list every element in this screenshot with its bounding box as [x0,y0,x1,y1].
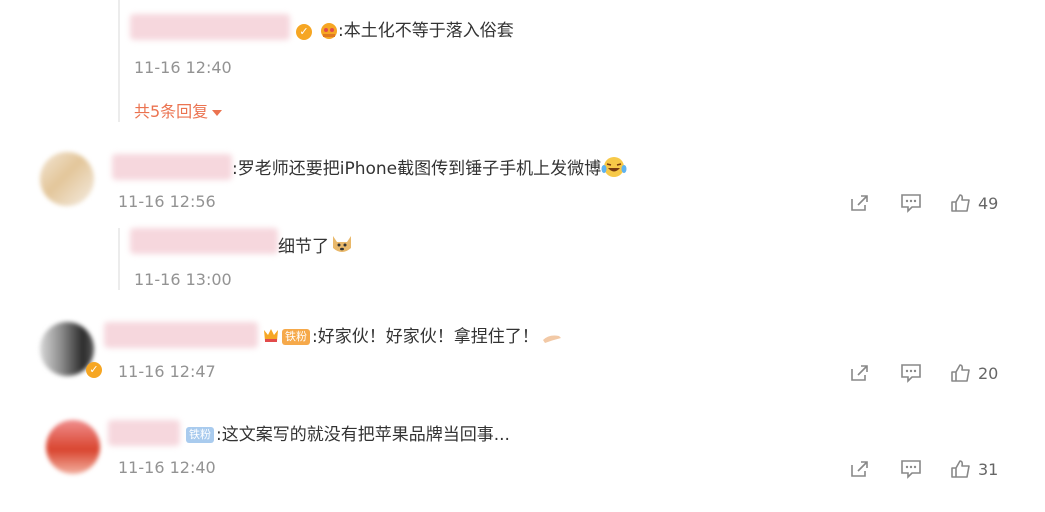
reply-text: 细节了 [278,232,355,262]
reply-time: 11-16 13:00 [134,270,232,289]
share-icon [848,459,870,479]
like-count: 31 [978,459,999,479]
comment-actions: 49 [848,192,998,214]
reply-text-content: 细节了 [278,237,329,257]
like-button[interactable]: 31 [950,459,998,479]
share-button[interactable] [848,193,870,213]
more-replies-label: 共5条回复 [134,102,209,121]
reply-thread-line [118,0,120,122]
comment-username-blurred[interactable] [104,322,258,348]
fan-badge[interactable]: 铁粉 [282,329,310,345]
doge-emoji-icon [329,232,355,262]
comment-button[interactable] [900,459,922,479]
comment-username-blurred[interactable] [112,154,232,180]
comment-button[interactable] [900,363,922,383]
comment-icon [900,363,922,383]
avatar[interactable] [40,152,94,206]
thumbs-up-icon [950,363,972,383]
comment-time: 11-16 12:56 [118,192,216,211]
fan-medal-icon [262,326,280,344]
share-button[interactable] [848,459,870,479]
laughing-tears-emoji-icon [601,156,627,184]
reply-time: 11-16 12:40 [134,58,232,77]
like-button[interactable]: 20 [950,363,998,383]
reply-username-blurred[interactable] [130,14,290,40]
comment-icon [900,459,922,479]
comment-text: :罗老师还要把iPhone截图传到锤子手机上发微博 [232,156,627,184]
comment-time: 11-16 12:47 [118,362,216,381]
more-replies-link[interactable]: 共5条回复 [134,102,223,122]
pinch-hand-emoji-icon [539,328,565,352]
like-button[interactable]: 49 [950,193,998,213]
reply-thread-line [118,228,120,290]
verified-badge-icon: ✓ [296,24,312,40]
like-count: 20 [978,363,999,383]
avatar[interactable] [46,420,100,474]
comment-text-content: :好家伙！好家伙！拿捏住了！ [312,327,539,347]
vip-crown-icon [318,20,340,40]
comment-button[interactable] [900,193,922,213]
fan-badge[interactable]: 铁粉 [186,427,214,443]
share-icon [848,363,870,383]
reply-text: :本土化不等于落入俗套 [338,21,514,41]
comment-actions: 31 [848,458,998,480]
comment-actions: 20 [848,362,998,384]
comment-text-content: :这文案写的就没有把苹果品牌当回事... [216,425,510,445]
share-icon [848,193,870,213]
reply-username-blurred[interactable] [130,228,278,254]
comment-text: 铁粉:好家伙！好家伙！拿捏住了！ [282,326,565,352]
caret-down-icon [212,109,223,116]
verified-badge-icon: ✓ [86,362,102,378]
comment-time: 11-16 12:40 [118,458,216,477]
thumbs-up-icon [950,193,972,213]
like-count: 49 [978,193,999,213]
share-button[interactable] [848,363,870,383]
comment-text: 铁粉:这文案写的就没有把苹果品牌当回事... [186,424,510,446]
comment-icon [900,193,922,213]
comment-text-content: :罗老师还要把iPhone截图传到锤子手机上发微博 [232,159,602,179]
thumbs-up-icon [950,459,972,479]
comment-username-blurred[interactable] [108,420,180,446]
